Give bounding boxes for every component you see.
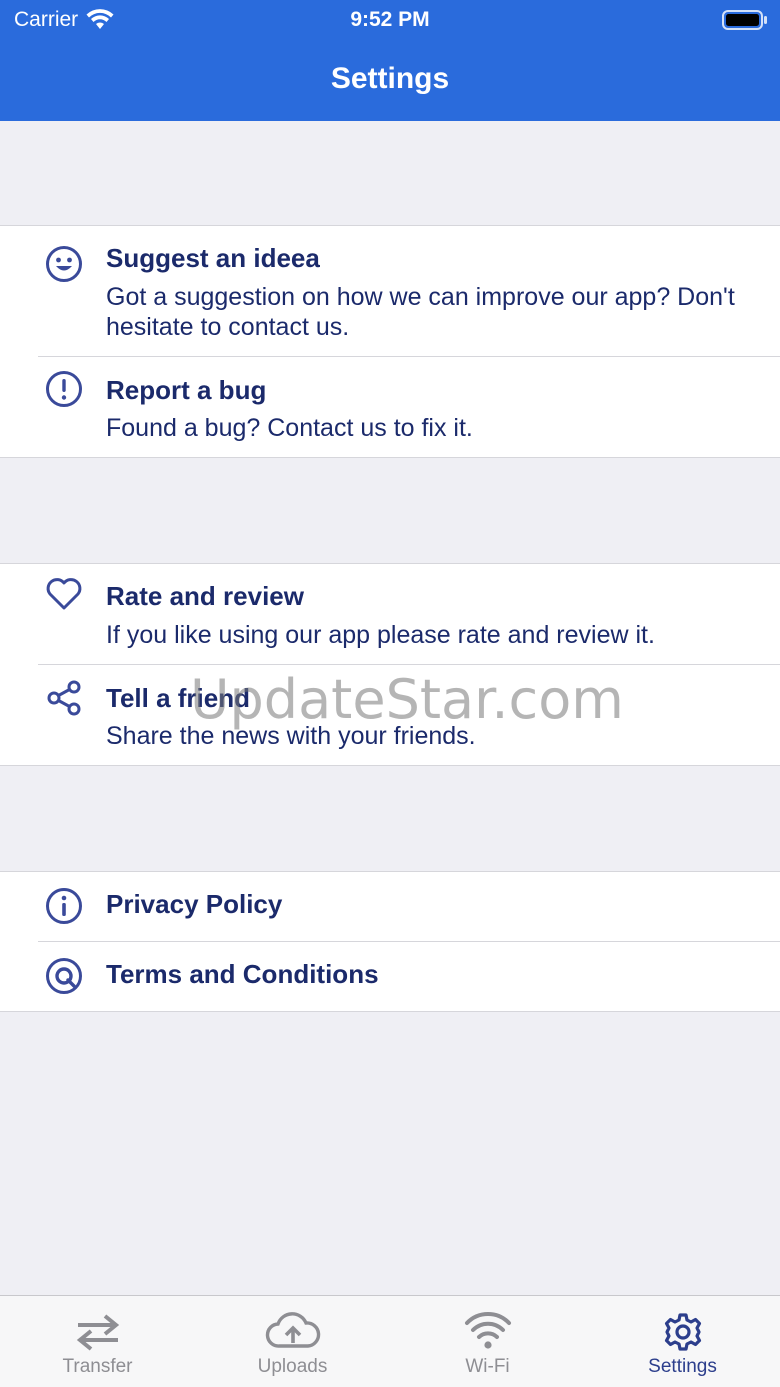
navigation-bar: Carrier 9:52 PM Settings [0, 0, 780, 121]
wifi-icon [464, 1310, 512, 1354]
suggest-idea-row[interactable]: Suggest an ideea Got a suggestion on how… [0, 226, 780, 357]
transfer-icon [74, 1310, 122, 1354]
rate-review-row[interactable]: Rate and review If you like using our ap… [0, 564, 780, 665]
tab-settings[interactable]: Settings [585, 1296, 780, 1387]
legal-group: Privacy Policy Terms and Conditions [0, 871, 780, 1012]
terms-conditions-row[interactable]: Terms and Conditions [0, 942, 780, 1012]
tab-uploads[interactable]: Uploads [195, 1296, 390, 1387]
rate-review-subtitle: If you like using our app please rate an… [106, 621, 655, 649]
info-icon [44, 886, 84, 926]
privacy-policy-title: Privacy Policy [106, 889, 283, 919]
status-time: 9:52 PM [350, 8, 430, 31]
heart-icon [44, 574, 84, 614]
suggest-idea-subtitle: Got a suggestion on how we can improve o… [106, 283, 735, 341]
status-bar: Carrier 9:52 PM [0, 0, 780, 40]
tab-wifi[interactable]: Wi-Fi [390, 1296, 585, 1387]
tab-transfer-label: Transfer [62, 1356, 133, 1377]
alert-circle-icon [44, 369, 84, 409]
feedback-group: Suggest an ideea Got a suggestion on how… [0, 225, 780, 458]
share-icon [44, 678, 84, 718]
battery-icon [722, 10, 768, 36]
tab-bar: Transfer Uploads Wi-Fi Settings [0, 1295, 780, 1387]
rate-review-title: Rate and review [106, 581, 304, 611]
page-title: Settings [330, 62, 450, 95]
terms-conditions-title: Terms and Conditions [106, 959, 379, 989]
tab-transfer[interactable]: Transfer [0, 1296, 195, 1387]
at-sign-icon [44, 956, 84, 996]
report-bug-subtitle: Found a bug? Contact us to fix it. [106, 414, 473, 442]
cloud-upload-icon [265, 1310, 321, 1354]
tab-uploads-label: Uploads [257, 1356, 328, 1377]
privacy-policy-row[interactable]: Privacy Policy [0, 872, 780, 942]
report-bug-title: Report a bug [106, 375, 267, 405]
tab-wifi-label: Wi-Fi [465, 1356, 510, 1377]
suggest-idea-title: Suggest an ideea [106, 243, 320, 273]
report-bug-row[interactable]: Report a bug Found a bug? Contact us to … [0, 357, 780, 457]
gear-icon [663, 1310, 703, 1354]
smile-icon [44, 244, 84, 284]
share-group: Rate and review If you like using our ap… [0, 563, 780, 766]
watermark: UpdateStar.com [190, 668, 624, 731]
tab-settings-label: Settings [648, 1356, 717, 1377]
